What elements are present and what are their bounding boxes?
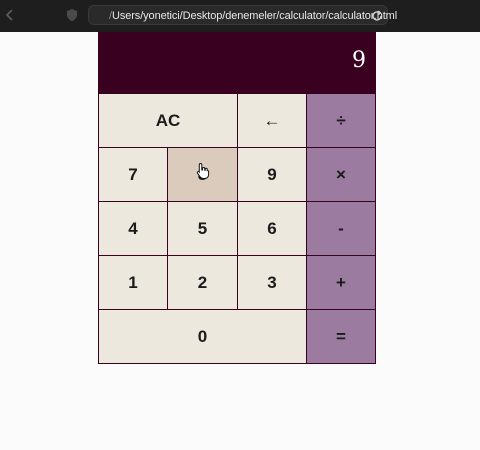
add-button[interactable]: + [306,255,376,310]
zero-button[interactable]: 0 [98,309,307,364]
equals-button[interactable]: = [306,309,376,364]
clear-button[interactable]: AC [98,93,238,148]
two-button[interactable]: 2 [167,255,238,310]
nine-button[interactable]: 9 [237,147,307,202]
address-bar[interactable]: /Users/yonetici/Desktop/denemeler/calcul… [88,5,397,25]
subtract-button[interactable]: - [306,201,376,256]
eight-button[interactable]: 8 [167,147,238,202]
one-button[interactable]: 1 [98,255,168,310]
shield-icon [66,8,78,22]
browser-toolbar: /Users/yonetici/Desktop/denemeler/calcul… [0,0,480,32]
calculator-display: 9 [98,32,376,93]
five-button[interactable]: 5 [167,201,238,256]
display-value: 9 [352,48,366,73]
seven-button[interactable]: 7 [98,147,168,202]
calculator: 9 AC ← ÷ 7 8 9 × 4 5 6 - 1 2 3 + 0 = [98,32,376,364]
backspace-button[interactable]: ← [237,93,307,148]
six-button[interactable]: 6 [237,201,307,256]
multiply-button[interactable]: × [306,147,376,202]
url-path: Users/yonetici/Desktop/denemeler/calcula… [111,10,398,22]
reload-icon[interactable] [370,9,384,23]
four-button[interactable]: 4 [98,201,168,256]
url-text: /Users/yonetici/Desktop/denemeler/calcul… [109,9,397,23]
back-chevron-icon[interactable] [4,6,16,24]
three-button[interactable]: 3 [237,255,307,310]
divide-button[interactable]: ÷ [306,93,376,148]
